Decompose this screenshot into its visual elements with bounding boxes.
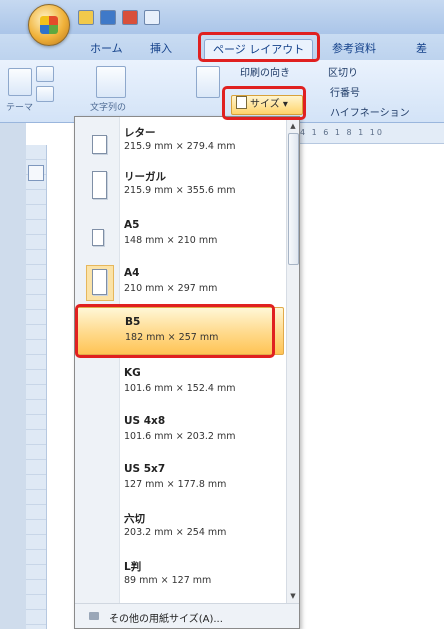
paper-size-name: A5 bbox=[124, 219, 140, 231]
margins-icon[interactable] bbox=[196, 66, 220, 98]
more-paper-sizes-item[interactable]: その他の用紙サイズ(A)... bbox=[75, 603, 299, 628]
office-logo-icon bbox=[40, 16, 58, 34]
tab-references[interactable]: 参考資料 bbox=[332, 39, 376, 59]
paper-size-a4[interactable]: A4 210 mm × 297 mm bbox=[76, 259, 284, 309]
paper-size-name: US 5x7 bbox=[124, 463, 166, 475]
ruler-tab-selector[interactable] bbox=[28, 165, 44, 181]
paper-size-dims: 127 mm × 177.8 mm bbox=[124, 479, 227, 490]
tab-page-layout[interactable]: ページ レイアウト bbox=[204, 39, 314, 60]
chevron-down-icon: ▾ bbox=[279, 99, 288, 110]
more-paper-sizes-label: その他の用紙サイズ(A)... bbox=[109, 614, 223, 625]
size-icon bbox=[236, 96, 247, 109]
paper-size-dims: 210 mm × 297 mm bbox=[124, 283, 218, 294]
paper-size-dims: 101.6 mm × 152.4 mm bbox=[124, 383, 236, 394]
paper-size-dims: 215.9 mm × 355.6 mm bbox=[124, 185, 236, 196]
tab-insert[interactable]: 挿入 bbox=[150, 39, 172, 59]
paper-size-letter[interactable]: レター 215.9 mm × 279.4 mm bbox=[76, 119, 284, 163]
scroll-down-icon[interactable]: ▼ bbox=[288, 591, 298, 601]
horizontal-ruler: 4 1 6 1 8 1 10 bbox=[300, 123, 444, 144]
paper-size-dims: 148 mm × 210 mm bbox=[124, 235, 218, 246]
paper-size-rokugiri[interactable]: 六切 203.2 mm × 254 mm bbox=[76, 503, 284, 551]
paper-size-name: A4 bbox=[124, 267, 140, 279]
paper-size-menu: レター 215.9 mm × 279.4 mm リーガル 215.9 mm × … bbox=[74, 116, 300, 629]
hyphenation-button[interactable]: ハイフネーション bbox=[330, 104, 410, 119]
page-thumbnail-icon bbox=[92, 135, 107, 154]
paper-size-dims: 182 mm × 257 mm bbox=[125, 332, 219, 343]
breaks-button[interactable]: 区切り bbox=[328, 64, 358, 79]
text-direction-label: 文字列の bbox=[90, 103, 127, 113]
fonts-icon[interactable] bbox=[36, 86, 54, 102]
menu-scrollbar[interactable]: ▲ ▼ bbox=[286, 119, 299, 605]
paper-size-l-ban[interactable]: L判 89 mm × 127 mm bbox=[76, 551, 284, 599]
office-button[interactable] bbox=[28, 4, 70, 46]
paper-size-dims: 203.2 mm × 254 mm bbox=[124, 527, 227, 538]
paper-size-us-5x7[interactable]: US 5x7 127 mm × 177.8 mm bbox=[76, 455, 284, 503]
ribbon-page-layout: テーマ 文字列の 印刷の向き 区切り 行番号 ハイフネーション bbox=[0, 60, 444, 123]
paper-size-legal[interactable]: リーガル 215.9 mm × 355.6 mm bbox=[76, 163, 284, 211]
print-orientation-button[interactable]: 印刷の向き bbox=[240, 64, 290, 79]
quick-access-toolbar bbox=[78, 10, 160, 25]
size-button[interactable]: サイズ ▾ bbox=[231, 95, 303, 115]
paper-size-b5[interactable]: B5 182 mm × 257 mm bbox=[76, 307, 284, 355]
tab-mailings[interactable]: 差 bbox=[416, 39, 427, 59]
size-button-label: サイズ bbox=[250, 99, 280, 110]
document-page[interactable] bbox=[300, 145, 444, 629]
page-setup-icon bbox=[89, 612, 99, 620]
scroll-up-icon[interactable]: ▲ bbox=[288, 121, 298, 131]
paper-size-kg[interactable]: KG 101.6 mm × 152.4 mm bbox=[76, 357, 284, 407]
themes-label: テーマ bbox=[6, 103, 34, 113]
left-panel bbox=[0, 123, 26, 629]
save-icon[interactable] bbox=[100, 10, 116, 25]
paper-size-name: リーガル bbox=[124, 171, 166, 183]
paper-size-name: B5 bbox=[125, 316, 141, 328]
page-thumbnail-icon bbox=[92, 269, 107, 295]
text-direction-icon[interactable] bbox=[96, 66, 126, 98]
paper-size-a5[interactable]: A5 148 mm × 210 mm bbox=[76, 211, 284, 259]
undo-icon[interactable] bbox=[144, 10, 160, 25]
folder-icon[interactable] bbox=[78, 10, 94, 25]
paper-size-dims: 89 mm × 127 mm bbox=[124, 575, 212, 586]
paper-size-dims: 101.6 mm × 203.2 mm bbox=[124, 431, 236, 442]
paper-size-name: KG bbox=[124, 367, 141, 379]
paper-size-us-4x8[interactable]: US 4x8 101.6 mm × 203.2 mm bbox=[76, 407, 284, 455]
scrollbar-thumb[interactable] bbox=[288, 133, 299, 265]
line-numbers-button[interactable]: 行番号 bbox=[330, 84, 360, 99]
paper-size-name: レター bbox=[124, 127, 156, 139]
themes-icon[interactable] bbox=[8, 68, 32, 96]
colors-icon[interactable] bbox=[36, 66, 54, 82]
paper-size-name: US 4x8 bbox=[124, 415, 166, 427]
vertical-ruler bbox=[26, 145, 47, 629]
paper-size-dims: 215.9 mm × 279.4 mm bbox=[124, 141, 236, 152]
tab-home[interactable]: ホーム bbox=[90, 39, 123, 59]
page-thumbnail-icon bbox=[92, 229, 104, 246]
print-icon[interactable] bbox=[122, 10, 138, 25]
paper-size-name: L判 bbox=[124, 561, 142, 573]
paper-size-name: 六切 bbox=[124, 513, 145, 525]
page-thumbnail-icon bbox=[92, 171, 107, 199]
